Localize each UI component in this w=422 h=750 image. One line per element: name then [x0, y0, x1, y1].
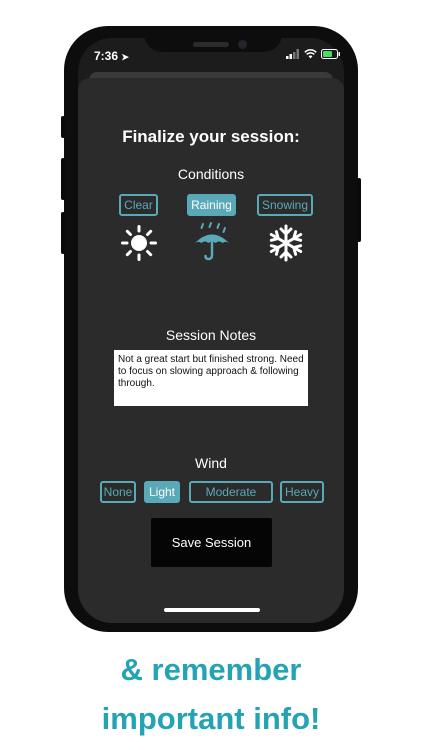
- condition-option-label: Raining: [191, 198, 232, 212]
- wind-option-label: Heavy: [284, 485, 319, 499]
- wind-option-none[interactable]: None: [100, 481, 136, 503]
- wifi-icon: [304, 49, 317, 59]
- wind-option-moderate[interactable]: Moderate: [189, 481, 273, 503]
- side-button-volume-up: [61, 158, 65, 200]
- condition-option-label: Clear: [124, 198, 153, 212]
- home-indicator[interactable]: [164, 608, 260, 612]
- battery-icon: [321, 49, 340, 59]
- wind-option-label: None: [103, 485, 133, 499]
- condition-option-snowing[interactable]: Snowing: [257, 194, 313, 216]
- condition-option-clear[interactable]: Clear: [119, 194, 158, 216]
- session-notes-field[interactable]: Not a great start but finished strong. N…: [114, 350, 308, 406]
- condition-option-label: Snowing: [261, 198, 309, 212]
- session-notes-label: Session Notes: [165, 327, 257, 343]
- umbrella-rain-icon[interactable]: [193, 222, 231, 262]
- wind-label: Wind: [195, 455, 227, 471]
- wind-option-light[interactable]: Light: [144, 481, 180, 503]
- side-button-power: [357, 178, 361, 242]
- status-icons: [286, 49, 341, 59]
- status-time: 7:36 ➤: [94, 49, 129, 63]
- wind-option-label: Light: [148, 485, 176, 499]
- conditions-label: Conditions: [177, 166, 245, 182]
- notch: [144, 26, 282, 52]
- caption-line-1: & remember: [120, 652, 302, 687]
- wind-option-heavy[interactable]: Heavy: [280, 481, 324, 503]
- camera: [238, 40, 247, 49]
- side-button-silent: [61, 116, 65, 138]
- caption-line-2: important info!: [101, 701, 321, 736]
- condition-option-raining[interactable]: Raining: [187, 194, 236, 216]
- save-session-button[interactable]: Save Session: [151, 518, 272, 567]
- snowflake-icon[interactable]: [267, 224, 305, 262]
- page-title: Finalize your session:: [122, 127, 300, 146]
- save-session-label: Save Session: [171, 535, 252, 550]
- wind-option-label: Moderate: [205, 485, 257, 499]
- sun-icon[interactable]: [121, 225, 157, 261]
- speaker: [193, 42, 229, 47]
- cellular-signal-icon: [286, 49, 299, 59]
- side-button-volume-down: [61, 212, 65, 254]
